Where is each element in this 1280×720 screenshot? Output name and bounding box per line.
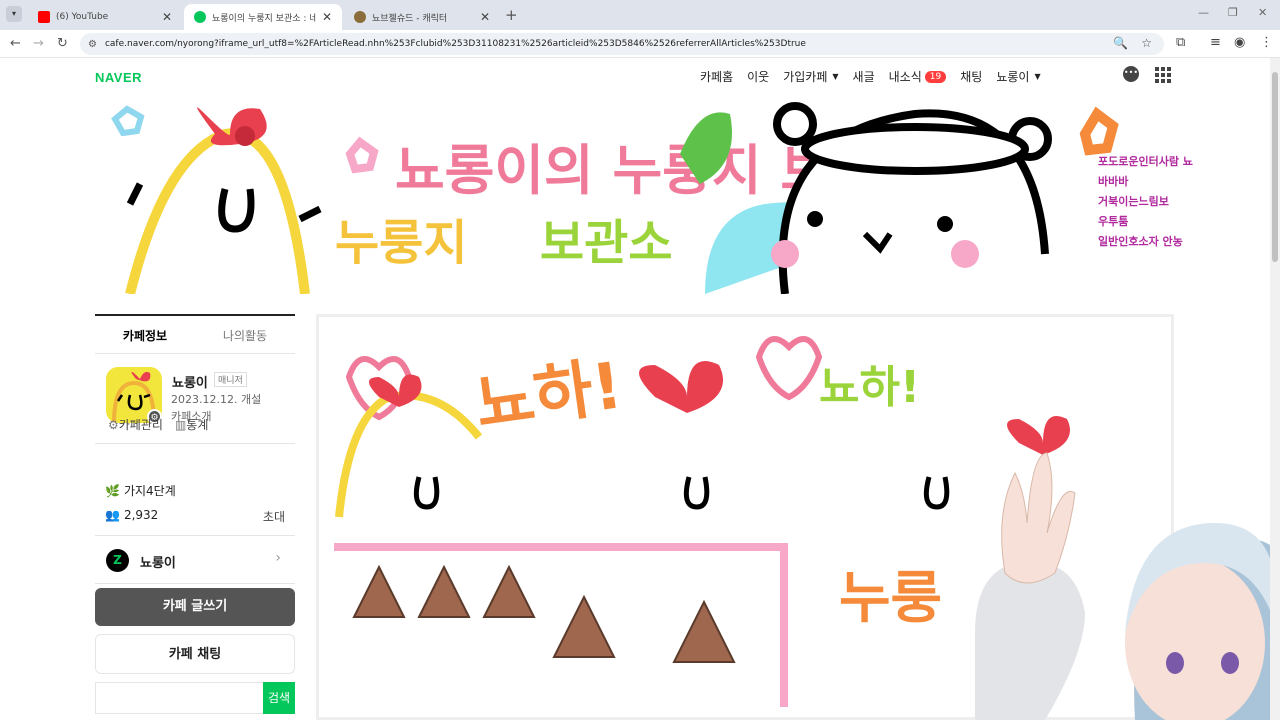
extensions-icon[interactable]: ⧉ — [1176, 35, 1185, 50]
reading-list-icon[interactable]: ≡ — [1210, 35, 1221, 50]
chat-line: 포도로운인터사람 뇨 — [1098, 155, 1193, 168]
cafe-chat-button[interactable]: 카페 채팅 — [95, 634, 295, 674]
cafe-name[interactable]: 뇨롱이 — [172, 372, 208, 391]
streamer-avatar-overlay — [965, 433, 1270, 720]
nav-chat[interactable]: 채팅 — [960, 68, 982, 85]
maximize-icon[interactable]: ❐ — [1228, 6, 1238, 19]
svg-text:보관소: 보관소 — [540, 215, 672, 271]
address-bar[interactable]: ⚙ cafe.naver.com/nyorong?iframe_url_utf8… — [80, 33, 1164, 55]
cafe-banner: 뇨롱이의 누룽지 보관소 누룽지 보관소 — [95, 94, 1270, 294]
minimize-icon[interactable]: — — [1198, 6, 1209, 19]
founded-date: 2023.12.12. 개설 — [171, 393, 262, 406]
top-nav: 카페홈 이웃 가입카페 ▼ 새글 내소식 19 채팅 뇨롱이 ▼ — [700, 68, 1055, 85]
tab-cafe-info[interactable]: 카페정보 — [95, 316, 195, 353]
nav-joined-cafes[interactable]: 가입카페 ▼ — [783, 68, 838, 85]
apps-grid-icon[interactable] — [1155, 67, 1171, 83]
cafe-search: 검색 — [95, 682, 295, 714]
chart-icon: ▥ — [174, 418, 187, 432]
nav-cafe-home[interactable]: 카페홈 — [700, 68, 733, 85]
nav-new-posts[interactable]: 새글 — [853, 68, 875, 85]
nav-neighbors[interactable]: 이웃 — [747, 68, 769, 85]
svg-text:누룽: 누룽 — [839, 566, 942, 631]
reload-icon[interactable]: ↻ — [57, 36, 68, 51]
tab-character[interactable]: 뇨브젤슈드 - 캐릭터 ✕ — [344, 4, 500, 30]
tab-youtube[interactable]: (6) YouTube ✕ — [28, 4, 182, 30]
avatar-character — [975, 452, 1270, 720]
cafe-sidebar: 카페정보 나의활동 ⚙ 뇨롱이 매니저 2023.12.12. 개설 카페소개 … — [95, 314, 295, 714]
zep-name: 뇨롱이 — [140, 556, 176, 571]
nav-my-news[interactable]: 내소식 19 — [889, 68, 947, 85]
chat-bubble-icon[interactable]: ••• — [1123, 66, 1139, 82]
naver-cafe-icon — [194, 11, 206, 23]
stream-chat-overlay: 포도로운인터사람 뇨 바바바 거북이는느림보 우투툼 일반인호소자 안농 — [1098, 153, 1270, 253]
scrollbar-thumb[interactable] — [1272, 72, 1278, 262]
site-info-icon[interactable]: ⚙ — [88, 39, 97, 50]
cafe-search-input[interactable] — [95, 682, 263, 714]
more-icon[interactable]: ⋮ — [1260, 35, 1273, 50]
naver-logo[interactable]: NAVER — [95, 70, 142, 85]
page-content: NAVER 카페홈 이웃 가입카페 ▼ 새글 내소식 19 채팅 뇨롱이 ▼ ••• … — [0, 58, 1270, 720]
member-count[interactable]: 👥 2,932 — [105, 508, 158, 522]
tab-my-activity[interactable]: 나의활동 — [195, 316, 295, 353]
chat-line: 우투툼 — [1098, 215, 1129, 228]
zep-icon: Z — [106, 549, 129, 572]
close-icon[interactable]: ✕ — [480, 10, 490, 24]
tree-icon: 🌿 — [105, 483, 120, 498]
role-badge: 매니저 — [214, 372, 247, 387]
tab-search-icon[interactable]: ▾ — [6, 6, 22, 22]
svg-text:뇨하!: 뇨하! — [819, 362, 920, 413]
cafe-manage-link[interactable]: ⚙카페관리 — [108, 416, 163, 433]
forward-icon[interactable]: → — [33, 36, 44, 51]
cafe-rank[interactable]: 🌿 가지4단계 — [105, 482, 176, 499]
tab-cafe[interactable]: 뇨롱이의 누룽지 보관소 : 네이 ✕ — [184, 4, 342, 30]
zep-row[interactable]: Z 뇨롱이 › — [95, 536, 295, 584]
gear-icon: ⚙ — [108, 418, 119, 432]
sidebar-tabs: 카페정보 나의활동 — [95, 314, 295, 354]
members-icon: 👥 — [105, 508, 120, 522]
browser-toolbar: ← → ↻ ⚙ cafe.naver.com/nyorong?iframe_ur… — [0, 30, 1280, 58]
manage-row: ⚙카페관리 ▥통계 — [108, 416, 308, 433]
chat-line: 일반인호소자 안농 — [1098, 235, 1183, 248]
stats-link[interactable]: ▥통계 — [175, 416, 208, 433]
invite-button[interactable]: 초대 — [263, 508, 285, 525]
chat-line: 거북이는느림보 — [1098, 195, 1169, 208]
svg-text:누룽지: 누룽지 — [335, 215, 467, 271]
banner-illustration: 뇨롱이의 누룽지 보관소 누룽지 보관소 — [111, 102, 1119, 294]
write-post-button[interactable]: 카페 글쓰기 — [95, 588, 295, 626]
bookmark-star-icon[interactable]: ☆ — [1141, 36, 1152, 50]
search-button[interactable]: 검색 — [263, 682, 295, 714]
chevron-down-icon: ▼ — [832, 72, 839, 81]
nav-user-menu[interactable]: 뇨롱이 ▼ — [996, 68, 1040, 85]
zoom-icon[interactable]: 🔍 — [1113, 36, 1128, 50]
back-icon[interactable]: ← — [10, 36, 21, 51]
svg-text:뇨하!: 뇨하! — [471, 349, 627, 443]
tab-strip: ▾ (6) YouTube ✕ 뇨롱이의 누룽지 보관소 : 네이 ✕ 뇨브젤슈… — [0, 0, 1280, 30]
close-icon[interactable]: ✕ — [322, 10, 332, 24]
youtube-icon — [38, 11, 50, 23]
profile-icon[interactable]: ◉ — [1234, 35, 1245, 50]
notification-badge: 19 — [924, 70, 947, 83]
cafe-stats: ⚙카페관리 ▥통계 🌿 가지4단계 👥 2,932 초대 — [95, 418, 295, 536]
chevron-down-icon: ▼ — [1034, 72, 1041, 81]
page-scrollbar[interactable] — [1270, 58, 1280, 720]
chat-line: 바바바 — [1098, 175, 1129, 188]
new-tab-button[interactable]: + — [505, 6, 518, 24]
close-window-icon[interactable]: ✕ — [1258, 6, 1267, 19]
chevron-right-icon: › — [275, 550, 281, 566]
character-site-icon — [354, 11, 366, 23]
close-icon[interactable]: ✕ — [162, 10, 172, 24]
